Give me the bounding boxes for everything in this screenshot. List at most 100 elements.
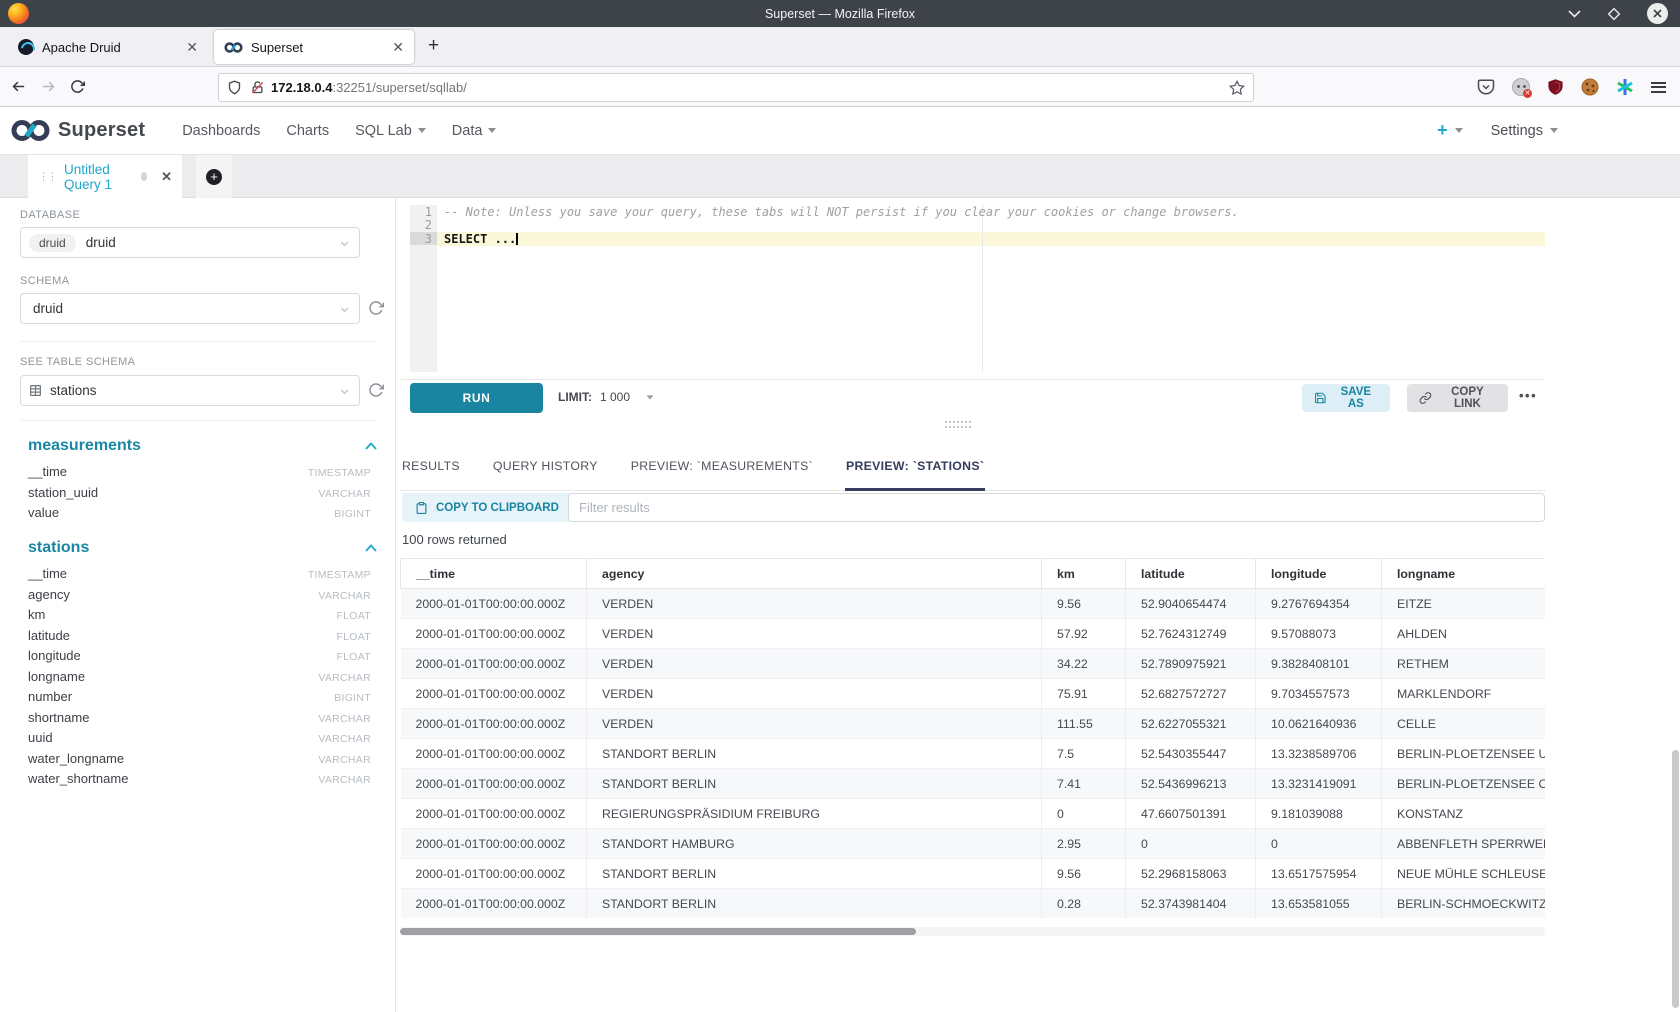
schema-column-row[interactable]: longnameVARCHAR <box>28 669 371 690</box>
nav-data[interactable]: Data <box>439 123 510 139</box>
new-tab-button[interactable]: + <box>428 35 439 57</box>
filter-results-input[interactable] <box>568 493 1545 522</box>
more-options-button[interactable]: ••• <box>1519 388 1537 403</box>
column-name: latitude <box>28 628 70 643</box>
url-bar[interactable]: 172.18.0.4:32251/superset/sqllab/ <box>218 73 1254 102</box>
schema-column-row[interactable]: kmFLOAT <box>28 607 371 628</box>
table-cell: 2000-01-01T00:00:00.000Z <box>401 619 587 649</box>
table-icon <box>29 384 42 397</box>
pane-resize-handle[interactable] <box>945 421 971 428</box>
table-row[interactable]: 2000-01-01T00:00:00.000ZVERDEN9.5652.904… <box>401 589 1546 619</box>
table-cell: MARKLENDORF <box>1382 679 1546 709</box>
table-cell: 9.57088073 <box>1256 619 1382 649</box>
schema-column-row[interactable]: numberBIGINT <box>28 689 371 710</box>
nav-sql-lab[interactable]: SQL Lab <box>342 123 439 139</box>
schema-column-row[interactable]: __timeTIMESTAMP <box>28 566 371 587</box>
new-query-tab-button[interactable]: + <box>196 155 232 198</box>
nav-dashboards[interactable]: Dashboards <box>169 123 273 139</box>
window-close-icon[interactable] <box>1647 3 1668 24</box>
table-row[interactable]: 2000-01-01T00:00:00.000ZSTANDORT BERLIN0… <box>401 889 1546 919</box>
schema-column-row[interactable]: water_shortnameVARCHAR <box>28 771 371 792</box>
table-cell: VERDEN <box>587 649 1042 679</box>
schema-section-header[interactable]: stations <box>28 539 377 557</box>
horizontal-scrollbar[interactable] <box>400 927 1545 936</box>
menu-hamburger-icon[interactable] <box>1651 82 1666 93</box>
schema-column-row[interactable]: valueBIGINT <box>28 505 371 526</box>
table-row[interactable]: 2000-01-01T00:00:00.000ZSTANDORT BERLIN7… <box>401 769 1546 799</box>
column-header[interactable]: agency <box>587 559 1042 589</box>
table-row[interactable]: 2000-01-01T00:00:00.000ZVERDEN75.9152.68… <box>401 679 1546 709</box>
schema-section-header[interactable]: measurements <box>28 437 377 455</box>
browser-tab-druid[interactable]: Apache Druid ✕ <box>8 30 208 64</box>
column-header[interactable]: latitude <box>1126 559 1256 589</box>
new-item-button[interactable]: + <box>1437 120 1463 141</box>
tab-preview-stations[interactable]: PREVIEW: `STATIONS` <box>845 459 985 490</box>
refresh-table-icon[interactable] <box>368 382 384 398</box>
table-row[interactable]: 2000-01-01T00:00:00.000ZSTANDORT HAMBURG… <box>401 829 1546 859</box>
forward-icon[interactable] <box>40 79 70 94</box>
query-tab-close-icon[interactable]: ✕ <box>161 169 172 185</box>
database-label: DATABASE <box>20 209 80 221</box>
bookmark-star-icon[interactable] <box>1229 80 1245 96</box>
copy-to-clipboard-button[interactable]: COPY TO CLIPBOARD <box>402 493 572 522</box>
window-minimize-icon[interactable] <box>1568 10 1581 18</box>
table-select[interactable]: stations <box>20 375 360 406</box>
column-type: FLOAT <box>336 610 371 622</box>
chevron-down-icon <box>339 304 350 315</box>
database-select[interactable]: druid druid <box>20 227 360 258</box>
tab-close-icon[interactable]: ✕ <box>186 39 198 56</box>
table-row[interactable]: 2000-01-01T00:00:00.000ZVERDEN111.5552.6… <box>401 709 1546 739</box>
run-button[interactable]: RUN <box>410 383 543 413</box>
shield-icon[interactable] <box>227 79 242 96</box>
tab-close-icon[interactable]: ✕ <box>392 39 404 56</box>
tab-preview-measurements[interactable]: PREVIEW: `MEASUREMENTS` <box>630 459 814 490</box>
column-header[interactable]: km <box>1042 559 1126 589</box>
extension-asterisk-icon[interactable] <box>1616 78 1634 96</box>
column-header[interactable]: longname <box>1382 559 1546 589</box>
window-restore-icon[interactable] <box>1607 7 1621 21</box>
limit-dropdown[interactable]: LIMIT: 1 000 <box>558 390 654 404</box>
column-name: agency <box>28 587 70 602</box>
back-icon[interactable] <box>10 79 40 94</box>
schema-column-row[interactable]: uuidVARCHAR <box>28 730 371 751</box>
cookie-icon[interactable] <box>1581 78 1599 96</box>
schema-column-row[interactable]: __timeTIMESTAMP <box>28 464 371 485</box>
query-tab-active[interactable]: ⋮⋮ Untitled Query 1 ✕ <box>28 155 182 198</box>
table-row[interactable]: 2000-01-01T00:00:00.000ZREGIERUNGSPRÄSID… <box>401 799 1546 829</box>
ublock-icon[interactable] <box>1547 78 1564 96</box>
browser-tab-superset[interactable]: Superset ✕ <box>214 30 414 64</box>
schema-column-row[interactable]: longitudeFLOAT <box>28 648 371 669</box>
reload-icon[interactable] <box>70 79 100 94</box>
tab-query-history[interactable]: QUERY HISTORY <box>492 459 599 490</box>
table-row[interactable]: 2000-01-01T00:00:00.000ZVERDEN57.9252.76… <box>401 619 1546 649</box>
table-row[interactable]: 2000-01-01T00:00:00.000ZSTANDORT BERLIN7… <box>401 739 1546 769</box>
schema-select[interactable]: druid <box>20 293 360 324</box>
pocket-icon[interactable] <box>1477 78 1495 96</box>
table-row[interactable]: 2000-01-01T00:00:00.000ZVERDEN34.2252.78… <box>401 649 1546 679</box>
schema-column-row[interactable]: latitudeFLOAT <box>28 628 371 649</box>
schema-column-row[interactable]: agencyVARCHAR <box>28 587 371 608</box>
schema-column-row[interactable]: shortnameVARCHAR <box>28 710 371 731</box>
chevron-up-icon[interactable] <box>365 544 377 552</box>
schema-column-row[interactable]: station_uuidVARCHAR <box>28 485 371 506</box>
drag-grip-icon[interactable]: ⋮⋮ <box>38 170 56 183</box>
tab-results[interactable]: RESULTS <box>401 459 461 490</box>
save-as-button[interactable]: SAVE AS <box>1302 384 1390 412</box>
table-cell: 7.41 <box>1042 769 1126 799</box>
schema-column-row[interactable]: water_longnameVARCHAR <box>28 751 371 772</box>
column-header[interactable]: longitude <box>1256 559 1382 589</box>
table-row[interactable]: 2000-01-01T00:00:00.000ZSTANDORT BERLIN9… <box>401 859 1546 889</box>
copy-link-button[interactable]: COPY LINK <box>1407 384 1508 412</box>
scrollbar-thumb[interactable] <box>400 928 916 935</box>
sql-editor[interactable]: 1 2 3 -- Note: Unless you save your quer… <box>400 198 1545 379</box>
nav-charts[interactable]: Charts <box>273 123 342 139</box>
insecure-lock-icon[interactable] <box>250 79 265 96</box>
vertical-scrollbar-thumb[interactable] <box>1672 750 1679 1008</box>
privacy-badger-icon[interactable]: ✕ <box>1512 78 1530 96</box>
text-cursor <box>516 233 518 245</box>
column-header[interactable]: __time <box>401 559 587 589</box>
chevron-up-icon[interactable] <box>365 442 377 450</box>
settings-menu[interactable]: Settings <box>1491 123 1558 139</box>
refresh-schema-icon[interactable] <box>368 300 384 316</box>
superset-logo[interactable]: Superset <box>10 117 145 144</box>
